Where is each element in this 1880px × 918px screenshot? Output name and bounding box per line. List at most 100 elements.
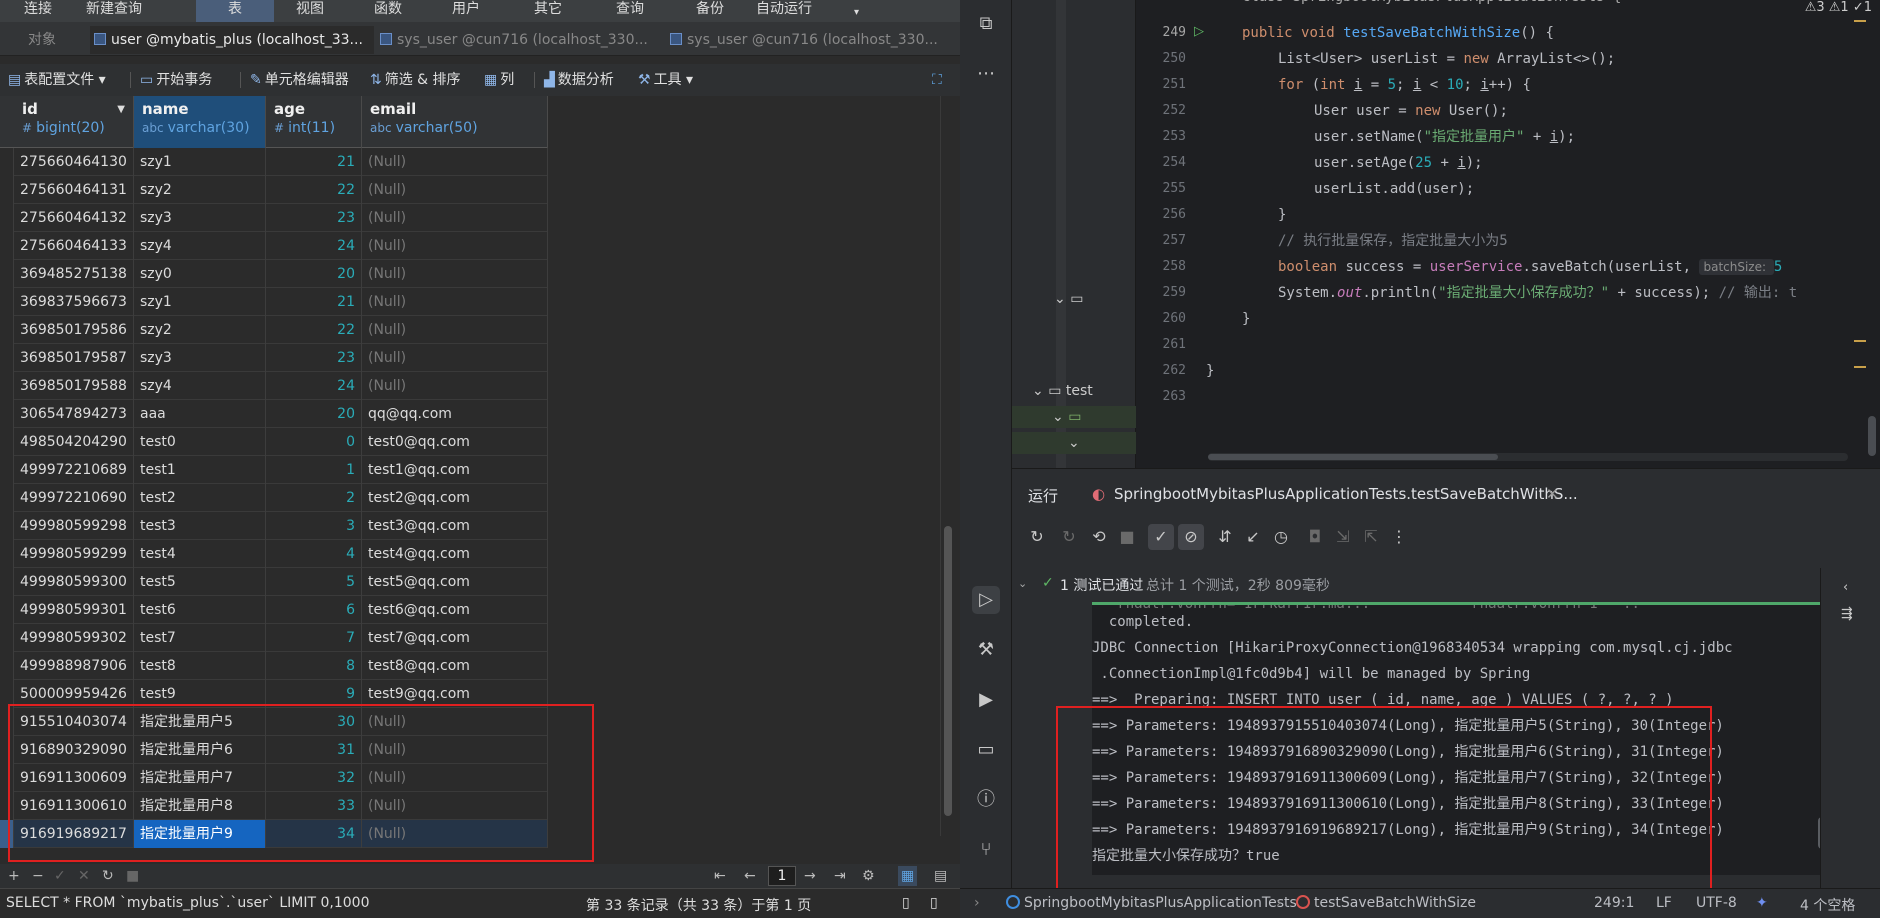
table-cell-age[interactable]: 21 bbox=[266, 288, 362, 316]
more-icon[interactable]: ⋯ bbox=[972, 60, 1000, 88]
tree-item[interactable]: ⌄ bbox=[1012, 432, 1136, 454]
row-selector[interactable] bbox=[0, 456, 14, 484]
table-cell-email[interactable]: test2@qq.com bbox=[362, 484, 548, 512]
refresh-icon[interactable]: ↻ bbox=[102, 866, 114, 886]
row-selector[interactable] bbox=[0, 260, 14, 288]
chevron-left-icon[interactable]: ‹ bbox=[1843, 580, 1848, 595]
table-cell-email[interactable]: (Null) bbox=[362, 316, 548, 344]
row-selector[interactable] bbox=[0, 428, 14, 456]
table-cell-email[interactable]: test0@qq.com bbox=[362, 428, 548, 456]
table-cell-email[interactable]: qq@qq.com bbox=[362, 400, 548, 428]
camera-icon[interactable]: ◘ bbox=[1302, 524, 1328, 550]
sort-caret-icon[interactable]: ▼ bbox=[117, 104, 125, 115]
error-stripe-mark[interactable] bbox=[1854, 20, 1866, 22]
import-icon[interactable]: ⇲ bbox=[1330, 524, 1356, 550]
table-cell-age[interactable]: 1 bbox=[266, 456, 362, 484]
table-cell-id[interactable]: 275660464131 bbox=[14, 176, 134, 204]
table-cell-name[interactable]: szy2 bbox=[134, 176, 266, 204]
row-selector[interactable] bbox=[0, 288, 14, 316]
table-cell-id[interactable]: 499988987906 bbox=[14, 652, 134, 680]
table-cell-email[interactable]: (Null) bbox=[362, 232, 548, 260]
row-selector[interactable] bbox=[0, 624, 14, 652]
table-cell-id[interactable]: 275660464130 bbox=[14, 148, 134, 176]
problems-icon[interactable]: ⓘ bbox=[972, 786, 1000, 814]
table-row[interactable]: 369485275138 szy0 20 (Null) bbox=[0, 260, 548, 288]
rerun-failed-icon[interactable]: ↻ bbox=[1056, 524, 1082, 550]
table-cell-name[interactable]: szy4 bbox=[134, 232, 266, 260]
menu-new-query[interactable]: 新建查询 bbox=[86, 0, 142, 22]
tree-item[interactable]: ⌄ ▭ bbox=[1012, 406, 1136, 428]
table-cell-id[interactable]: 369850179586 bbox=[14, 316, 134, 344]
row-selector[interactable] bbox=[0, 596, 14, 624]
collapse-icon[interactable]: ↙ bbox=[1240, 524, 1266, 550]
table-cell-name[interactable]: test0 bbox=[134, 428, 266, 456]
toggle-auto-test-icon[interactable]: ⟲ bbox=[1086, 524, 1112, 550]
table-cell-id[interactable]: 499972210690 bbox=[14, 484, 134, 512]
table-cell-email[interactable]: (Null) bbox=[362, 288, 548, 316]
run-icon[interactable]: ▷ bbox=[972, 586, 1000, 614]
table-cell-id[interactable]: 499980599301 bbox=[14, 596, 134, 624]
table-row[interactable]: 275660464130 szy1 21 (Null) bbox=[0, 148, 548, 176]
table-cell-name[interactable]: szy3 bbox=[134, 204, 266, 232]
table-cell-age[interactable]: 8 bbox=[266, 652, 362, 680]
discard-icon[interactable]: ✕ bbox=[78, 866, 90, 886]
breadcrumb-class[interactable]: SpringbootMybitasPlusApplicationTests bbox=[1006, 895, 1297, 911]
tab-sys-user-2[interactable]: sys_user @cun716 (localhost_330... bbox=[670, 26, 954, 54]
run-gutter-icon[interactable]: ▷ bbox=[1194, 24, 1204, 39]
tab-objects[interactable]: 对象 bbox=[28, 26, 88, 54]
delete-record-icon[interactable]: − bbox=[32, 866, 44, 886]
editor-vscrollbar[interactable] bbox=[1868, 416, 1876, 456]
export-icon[interactable]: ⇱ bbox=[1358, 524, 1384, 550]
rerun-icon[interactable]: ↻ bbox=[1024, 524, 1050, 550]
table-cell-id[interactable]: 369850179587 bbox=[14, 344, 134, 372]
table-cell-id[interactable]: 499980599298 bbox=[14, 512, 134, 540]
begin-transaction-button[interactable]: ▭ 开始事务 bbox=[140, 68, 212, 92]
more-icon[interactable]: ⋮ bbox=[1386, 524, 1412, 550]
grid-scrollbar[interactable] bbox=[940, 96, 954, 836]
table-cell-age[interactable]: 24 bbox=[266, 372, 362, 400]
table-row[interactable]: 275660464133 szy4 24 (Null) bbox=[0, 232, 548, 260]
row-selector[interactable] bbox=[0, 148, 14, 176]
chevron-right-icon[interactable]: › bbox=[974, 895, 980, 911]
table-cell-email[interactable]: test4@qq.com bbox=[362, 540, 548, 568]
table-cell-age[interactable]: 23 bbox=[266, 204, 362, 232]
table-row[interactable]: 275660464132 szy3 23 (Null) bbox=[0, 204, 548, 232]
tab-user-table[interactable]: user @mybatis_plus (localhost_33... bbox=[90, 26, 374, 54]
menu-connect[interactable]: 连接 bbox=[24, 0, 52, 22]
table-cell-name[interactable]: aaa bbox=[134, 400, 266, 428]
table-cell-age[interactable]: 3 bbox=[266, 512, 362, 540]
table-row[interactable]: 499980599302 test7 7 test7@qq.com bbox=[0, 624, 548, 652]
table-cell-age[interactable]: 4 bbox=[266, 540, 362, 568]
table-cell-name[interactable]: szy1 bbox=[134, 148, 266, 176]
table-cell-name[interactable]: test1 bbox=[134, 456, 266, 484]
table-cell-name[interactable]: szy4 bbox=[134, 372, 266, 400]
git-icon[interactable]: ⑂ bbox=[972, 836, 1000, 864]
build-icon[interactable]: ⚒ bbox=[972, 636, 1000, 664]
grid-view-icon[interactable]: ▦ bbox=[898, 866, 918, 886]
expand-icon[interactable]: ⛶ bbox=[932, 68, 942, 92]
table-cell-email[interactable]: (Null) bbox=[362, 204, 548, 232]
column-header-age[interactable]: age # int(11) bbox=[266, 96, 362, 148]
row-selector[interactable] bbox=[0, 652, 14, 680]
table-cell-name[interactable]: szy2 bbox=[134, 316, 266, 344]
menu-auto-run[interactable]: 自动运行 bbox=[756, 0, 812, 22]
menu-view[interactable]: 视图 bbox=[296, 0, 324, 22]
table-cell-id[interactable]: 275660464133 bbox=[14, 232, 134, 260]
table-cell-age[interactable]: 22 bbox=[266, 176, 362, 204]
table-profile-button[interactable]: ▤ 表配置文件 ▾ bbox=[8, 68, 106, 92]
table-cell-name[interactable]: test2 bbox=[134, 484, 266, 512]
table-row[interactable]: 369850179586 szy2 22 (Null) bbox=[0, 316, 548, 344]
run-config-tab[interactable]: SpringbootMybitasPlusApplicationTests.te… bbox=[1114, 485, 1578, 503]
indent-setting[interactable]: 4 个空格 bbox=[1800, 895, 1855, 915]
table-cell-id[interactable]: 369850179588 bbox=[14, 372, 134, 400]
last-page-icon[interactable]: ⇥ bbox=[834, 866, 846, 886]
table-cell-name[interactable]: test4 bbox=[134, 540, 266, 568]
gear-icon[interactable]: ⚙ bbox=[862, 866, 875, 886]
table-cell-id[interactable]: 275660464132 bbox=[14, 204, 134, 232]
menu-user[interactable]: 用户 bbox=[452, 0, 480, 22]
error-stripe-mark[interactable] bbox=[1854, 366, 1866, 368]
row-selector[interactable] bbox=[0, 232, 14, 260]
table-cell-name[interactable]: szy0 bbox=[134, 260, 266, 288]
table-row[interactable]: 369850179588 szy4 24 (Null) bbox=[0, 372, 548, 400]
table-cell-email[interactable]: (Null) bbox=[362, 344, 548, 372]
